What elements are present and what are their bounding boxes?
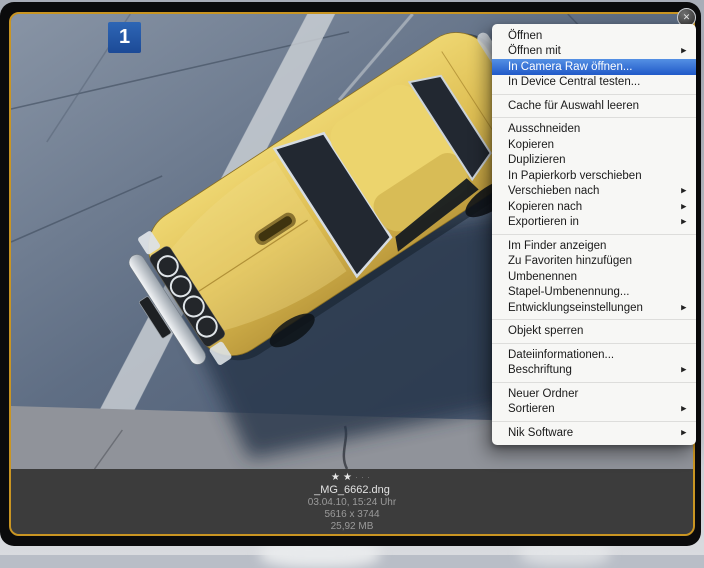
submenu-arrow-icon: ▶: [681, 429, 686, 437]
menu-item-open[interactable]: Öffnen: [492, 28, 696, 44]
menu-item-copy-to[interactable]: Kopieren nach▶: [492, 199, 696, 215]
menu-item-reveal-in-finder[interactable]: Im Finder anzeigen: [492, 238, 696, 254]
dimensions-label: 5616 x 3744: [324, 509, 379, 521]
menu-item-move-to-trash[interactable]: In Papierkorb verschieben: [492, 168, 696, 184]
menu-item-move-to[interactable]: Verschieben nach▶: [492, 184, 696, 200]
submenu-arrow-icon: ▶: [681, 203, 686, 211]
menu-item-new-folder[interactable]: Neuer Ordner: [492, 386, 696, 402]
star-filled-icon[interactable]: ★: [331, 472, 343, 483]
menu-item-batch-rename[interactable]: Stapel-Umbenennung...: [492, 285, 696, 301]
menu-item-export-to[interactable]: Exportieren in▶: [492, 215, 696, 231]
context-menu: Öffnen Öffnen mit▶ In Camera Raw öffnen.…: [492, 24, 696, 445]
menu-item-copy[interactable]: Kopieren: [492, 137, 696, 153]
menu-item-sort[interactable]: Sortieren▶: [492, 402, 696, 418]
menu-separator: [492, 117, 696, 118]
menu-separator: [492, 382, 696, 383]
menu-item-develop-settings[interactable]: Entwicklungseinstellungen▶: [492, 300, 696, 316]
submenu-arrow-icon: ▶: [681, 47, 686, 55]
star-filled-icon[interactable]: ★: [343, 472, 355, 483]
menu-item-lock-item[interactable]: Objekt sperren: [492, 324, 696, 340]
filesize-label: 25,92 MB: [331, 521, 374, 533]
rating-stars[interactable]: ★★···: [331, 471, 373, 483]
datetime-label: 03.04.10, 15:24 Uhr: [308, 497, 396, 509]
menu-item-clear-cache-for-selection[interactable]: Cache für Auswahl leeren: [492, 98, 696, 114]
menu-item-open-with[interactable]: Öffnen mit▶: [492, 44, 696, 60]
submenu-arrow-icon: ▶: [681, 187, 686, 195]
menu-separator: [492, 94, 696, 95]
submenu-arrow-icon: ▶: [681, 405, 686, 413]
step-badge: 1: [108, 22, 141, 53]
file-info-bar: ★★··· _MG_6662.dng 03.04.10, 15:24 Uhr 5…: [11, 469, 693, 534]
menu-separator: [492, 319, 696, 320]
submenu-arrow-icon: ▶: [681, 218, 686, 226]
menu-item-add-to-favorites[interactable]: Zu Favoriten hinzufügen: [492, 254, 696, 270]
menu-separator: [492, 343, 696, 344]
star-empty-icon[interactable]: ·: [367, 472, 373, 482]
menu-item-cut[interactable]: Ausschneiden: [492, 122, 696, 138]
submenu-arrow-icon: ▶: [681, 366, 686, 374]
menu-item-label[interactable]: Beschriftung▶: [492, 363, 696, 379]
menu-separator: [492, 421, 696, 422]
close-icon: ✕: [683, 12, 691, 23]
menu-item-file-info[interactable]: Dateiinformationen...: [492, 347, 696, 363]
menu-separator: [492, 234, 696, 235]
submenu-arrow-icon: ▶: [681, 304, 686, 312]
menu-item-rename[interactable]: Umbenennen: [492, 269, 696, 285]
filename-label: _MG_6662.dng: [314, 484, 390, 497]
menu-item-test-in-device-central[interactable]: In Device Central testen...: [492, 75, 696, 91]
menu-item-open-in-camera-raw[interactable]: In Camera Raw öffnen...: [492, 59, 696, 75]
menu-item-nik-software[interactable]: Nik Software▶: [492, 425, 696, 441]
menu-item-duplicate[interactable]: Duplizieren: [492, 153, 696, 169]
